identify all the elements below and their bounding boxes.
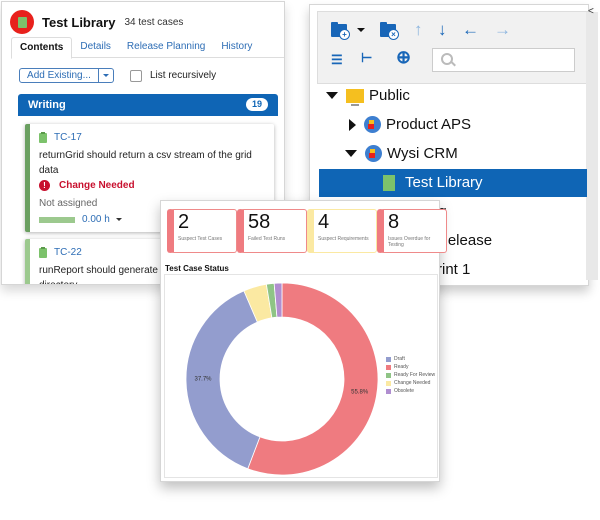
panel-header: Test Library 34 test cases xyxy=(10,10,183,34)
expand-all-icon[interactable]: ☰ xyxy=(331,51,343,68)
legend-item[interactable]: Obsolete xyxy=(386,387,435,395)
list-recursively-checkbox[interactable] xyxy=(130,69,142,82)
estimate-bar xyxy=(39,216,75,223)
test-case-icon xyxy=(39,246,47,258)
legend-label: Obsolete xyxy=(394,388,415,394)
caret-down-icon[interactable] xyxy=(345,150,357,157)
status-badge: ! Change Needed xyxy=(39,180,135,191)
tab-details[interactable]: Details xyxy=(72,37,119,57)
tree-item-sprint[interactable]: rint 1 xyxy=(437,261,470,278)
kpi-label: Suspect Test Cases xyxy=(178,236,223,242)
test-library-icon xyxy=(383,174,395,191)
test-case-count: 34 test cases xyxy=(124,16,184,28)
legend-swatch xyxy=(386,364,391,370)
tree-item-label: Product APS xyxy=(386,116,472,133)
test-case-link[interactable]: TC-17 xyxy=(54,132,82,143)
group-label: Writing xyxy=(28,99,66,111)
legend-item[interactable]: Draft xyxy=(386,355,435,363)
add-row: Add Existing... List recursively xyxy=(19,68,216,83)
chart-title: Test Case Status xyxy=(165,264,229,273)
search-icon xyxy=(441,53,453,65)
tree-item-label: rint 1 xyxy=(437,261,471,278)
legend-swatch xyxy=(386,372,391,378)
legend-label: Ready For Review xyxy=(394,372,436,378)
estimate-value[interactable]: 0.00 h xyxy=(82,214,110,225)
panel-title: Test Library xyxy=(42,14,116,30)
tree-search-input[interactable] xyxy=(432,48,575,72)
slice-label: 55.8% xyxy=(351,389,369,395)
legend-item[interactable]: Change Needed xyxy=(386,379,435,387)
test-case-icon xyxy=(39,131,47,143)
move-up-icon[interactable]: ↑ xyxy=(414,21,423,38)
chart-legend: Draft Ready Ready For Review Change Needed O… xyxy=(386,355,435,395)
legend-swatch xyxy=(386,380,391,386)
test-case-id: TC-17 xyxy=(39,131,82,143)
tab-bar: Contents Details Release Planning Histor… xyxy=(11,37,284,59)
legend-label: Change Needed xyxy=(394,380,431,386)
test-case-link[interactable]: TC-22 xyxy=(54,247,82,258)
kpi-suspect-test-cases[interactable]: 2 Suspect Test Cases xyxy=(167,209,237,253)
scrollbar[interactable]: < xyxy=(586,6,598,280)
caret-down-icon[interactable] xyxy=(326,92,338,99)
kpi-label: Failed Test Runs xyxy=(248,236,286,242)
tab-contents[interactable]: Contents xyxy=(11,37,73,59)
legend-swatch xyxy=(386,356,391,362)
assignee: Not assigned xyxy=(39,198,98,209)
locate-icon[interactable]: ⊕ xyxy=(396,48,411,66)
kpi-failed-test-runs[interactable]: 58 Failed Test Runs xyxy=(237,209,307,253)
legend-item[interactable]: Ready For Review xyxy=(386,371,435,379)
outdent-icon[interactable]: ← xyxy=(462,21,479,38)
list-recursively-label: List recursively xyxy=(150,70,217,81)
slice-label: 37.7% xyxy=(195,377,213,383)
tree-item-label: Public xyxy=(369,87,410,104)
tree-item-test-library[interactable]: Test Library xyxy=(383,174,483,191)
caret-right-icon[interactable] xyxy=(349,118,356,131)
kpi-value: 8 xyxy=(388,211,400,233)
kpi-suspect-requirements[interactable]: 4 Suspect Requirements xyxy=(307,209,377,253)
chart-container: 55.8% 37.7% Draft Ready Ready For Review Cha… xyxy=(164,274,438,478)
add-existing-dropdown[interactable] xyxy=(99,68,114,83)
tab-history[interactable]: History xyxy=(213,37,260,57)
kpi-value: 58 xyxy=(248,211,271,233)
tree-item-product-aps[interactable]: Product APS xyxy=(349,116,471,133)
test-library-icon xyxy=(10,10,34,34)
writing-group-header[interactable]: Writing 19 xyxy=(18,94,278,116)
kpi-value: 4 xyxy=(318,211,330,233)
project-icon xyxy=(365,145,382,162)
legend-label: Draft xyxy=(394,356,405,362)
project-icon xyxy=(364,116,381,133)
legend-item[interactable]: Ready xyxy=(386,363,435,371)
move-down-icon[interactable]: ↓ xyxy=(438,21,447,38)
dashboard-panel: 2 Suspect Test Cases 58 Failed Test Runs 4… xyxy=(160,200,447,482)
chevron-down-icon[interactable] xyxy=(357,28,365,36)
status-label: Change Needed xyxy=(59,180,135,191)
kpi-label: Issues Overdue for Testing xyxy=(388,236,431,248)
test-case-id: TC-22 xyxy=(39,246,82,258)
tree-item-wysi-crm[interactable]: Wysi CRM xyxy=(345,145,458,162)
legend-label: Ready xyxy=(394,364,409,370)
legend-swatch xyxy=(386,388,391,394)
chevron-down-icon[interactable] xyxy=(115,218,122,224)
delete-folder-icon[interactable]: × xyxy=(380,22,399,40)
add-existing-button[interactable]: Add Existing... xyxy=(19,68,99,83)
kpi-issues-overdue[interactable]: 8 Issues Overdue for Testing xyxy=(377,209,447,253)
kpi-value: 2 xyxy=(178,211,190,233)
public-folder-icon xyxy=(346,88,364,106)
collapse-panel-icon[interactable]: < xyxy=(588,6,594,17)
kpi-label: Suspect Requirements xyxy=(318,236,369,242)
indent-icon[interactable]: → xyxy=(494,21,511,38)
warning-icon: ! xyxy=(39,180,50,191)
new-folder-icon[interactable]: + xyxy=(331,22,350,40)
test-case-description: returnGrid should return a csv stream of… xyxy=(39,150,252,176)
tree-item-public[interactable]: Public xyxy=(326,87,410,106)
tab-release-planning[interactable]: Release Planning xyxy=(119,37,213,57)
tree-item-label: Wysi CRM xyxy=(387,145,458,162)
collapse-all-icon[interactable]: ⊢ xyxy=(361,49,372,66)
tree-item-label: Test Library xyxy=(405,174,483,191)
estimate: 0.00 h xyxy=(39,214,122,225)
group-count-badge: 19 xyxy=(246,98,268,111)
